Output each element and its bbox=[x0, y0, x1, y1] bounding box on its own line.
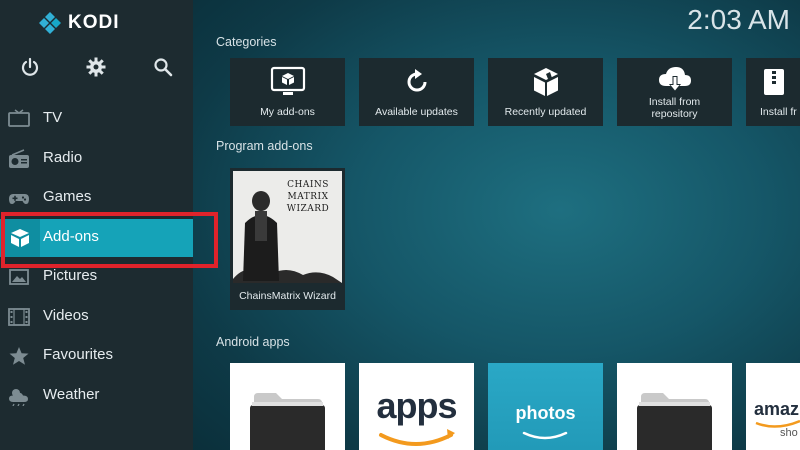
thumb-line1: CHAINS bbox=[287, 180, 329, 190]
sidebar-top-icons bbox=[0, 52, 193, 80]
sidebar-item-radio[interactable]: Radio bbox=[0, 140, 193, 178]
addon-thumbnail-text: CHAINS MATRIX WIZARD bbox=[278, 179, 338, 215]
amazon-photos-icon bbox=[522, 431, 568, 440]
gamepad-icon bbox=[9, 194, 29, 204]
tile-label: Install from repository bbox=[617, 96, 732, 120]
open-box-icon bbox=[534, 68, 558, 96]
star-icon bbox=[9, 347, 29, 365]
search-icon[interactable] bbox=[152, 56, 174, 78]
sidebar-item-weather[interactable]: Weather bbox=[0, 377, 193, 415]
tile-label-line1: Install from bbox=[648, 96, 701, 108]
tile-my-addons[interactable]: My add-ons bbox=[230, 58, 345, 126]
addon-chainsmatrix-wizard[interactable]: CHAINS MATRIX WIZARD ChainsMatrix Wizard bbox=[230, 168, 345, 310]
sidebar-item-favourites[interactable]: Favourites bbox=[0, 337, 193, 375]
zip-icon bbox=[764, 69, 784, 95]
android-apps-title: Android apps bbox=[216, 335, 290, 349]
cloud-download-icon bbox=[659, 67, 691, 92]
sidebar-item-pictures[interactable]: Pictures bbox=[0, 258, 193, 296]
kodi-logo-text: KODI bbox=[68, 12, 120, 33]
radio-icon bbox=[9, 149, 29, 168]
pictures-icon bbox=[9, 269, 29, 285]
program-addons-title: Program add-ons bbox=[216, 139, 313, 153]
refresh-icon bbox=[407, 69, 427, 92]
sidebar-item-videos[interactable]: Videos bbox=[0, 298, 193, 336]
android-app-folder-1[interactable] bbox=[230, 363, 345, 450]
tile-available-updates[interactable]: Available updates bbox=[359, 58, 474, 126]
android-app-folder-2[interactable] bbox=[617, 363, 732, 450]
folder-icon bbox=[230, 363, 345, 450]
android-app-amazon-appstore[interactable]: apps bbox=[359, 363, 474, 450]
categories-title: Categories bbox=[216, 35, 277, 49]
weather-icon bbox=[9, 389, 28, 406]
power-icon[interactable] bbox=[19, 56, 41, 78]
thumb-line3: WIZARD bbox=[286, 204, 330, 214]
sidebar-item-label: Favourites bbox=[43, 346, 114, 363]
gear-icon[interactable] bbox=[85, 56, 107, 78]
sidebar-item-label: Pictures bbox=[43, 267, 98, 284]
sidebar-item-tv[interactable]: TV bbox=[0, 100, 193, 138]
tile-label-line2: repository bbox=[651, 108, 698, 120]
tile-label: Available updates bbox=[375, 106, 458, 118]
kodi-logo[interactable]: KODI bbox=[38, 10, 120, 36]
amazon-shopping-icon bbox=[755, 419, 800, 428]
amazon-appstore-label: apps bbox=[376, 385, 457, 426]
tile-install-from-zip[interactable]: Install fr bbox=[746, 58, 800, 126]
folder-icon bbox=[617, 363, 732, 450]
tile-install-from-repository[interactable]: Install from repository bbox=[617, 58, 732, 126]
android-app-amazon-shopping[interactable]: amaz sho bbox=[746, 363, 800, 450]
addons-box-icon bbox=[11, 229, 29, 247]
tv-icon bbox=[8, 109, 30, 127]
tile-recently-updated[interactable]: Recently updated bbox=[488, 58, 603, 126]
addon-thumbnail: CHAINS MATRIX WIZARD bbox=[233, 171, 342, 283]
kodi-logo-icon bbox=[39, 12, 61, 34]
sidebar-item-label: Weather bbox=[43, 386, 100, 403]
sidebar: KODI TV Radio Games Add-ons Pictures Vid… bbox=[0, 0, 193, 450]
thumb-line2: MATRIX bbox=[287, 192, 329, 202]
sidebar-item-label: Add-ons bbox=[43, 228, 99, 245]
monitor-box-icon bbox=[270, 66, 306, 95]
film-icon bbox=[8, 308, 30, 326]
clock: 2:03 AM bbox=[687, 4, 790, 35]
sidebar-item-label: TV bbox=[43, 109, 63, 126]
tile-label: My add-ons bbox=[260, 106, 315, 118]
android-app-amazon-photos[interactable]: photos bbox=[488, 363, 603, 450]
addon-label: ChainsMatrix Wizard bbox=[239, 290, 336, 302]
sidebar-item-label: Videos bbox=[43, 307, 89, 324]
sidebar-item-addons[interactable]: Add-ons bbox=[0, 219, 193, 257]
tile-label: Install fr bbox=[760, 106, 797, 118]
sidebar-item-games[interactable]: Games bbox=[0, 179, 193, 217]
sidebar-item-label: Radio bbox=[43, 149, 83, 166]
sidebar-item-label: Games bbox=[43, 188, 92, 205]
tile-label: Recently updated bbox=[504, 106, 587, 118]
